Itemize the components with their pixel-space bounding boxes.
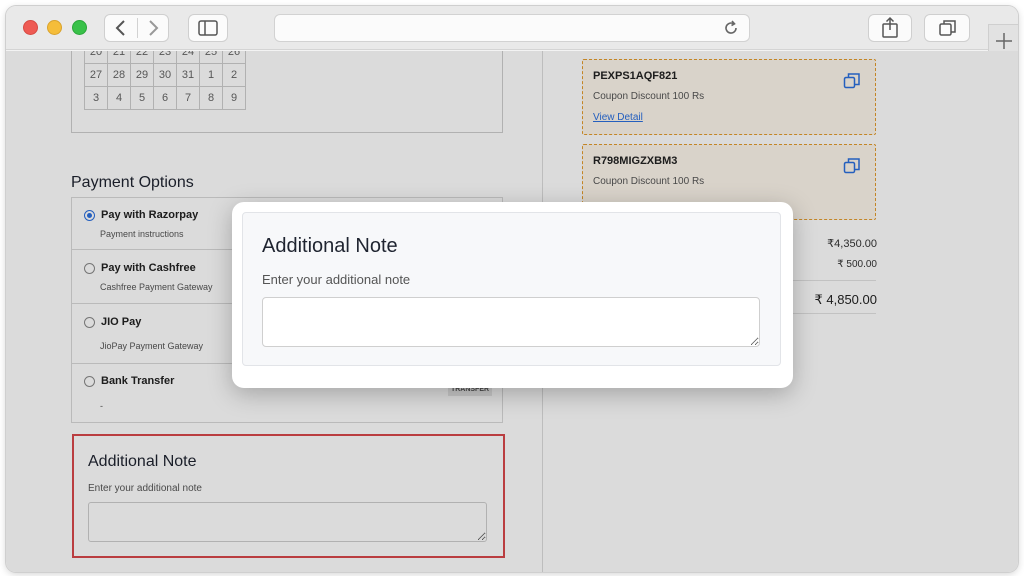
checkout-page: 20 21 22 23 24 25 26 27 28 29 30 31 1 2 3 4 5 6 7 8 9 Paymen… [6,51,1018,572]
additional-note-modal: Additional Note Enter your additional no… [232,202,793,388]
sidebar-icon [198,20,218,36]
browser-toolbar [6,6,1018,54]
back-button[interactable] [105,15,137,41]
new-tab-button[interactable] [988,24,1018,54]
modal-content: Additional Note Enter your additional no… [242,212,781,366]
share-icon [882,16,898,38]
reload-icon[interactable] [721,18,741,38]
modal-label: Enter your additional note [262,272,411,287]
url-bar[interactable] [274,14,750,42]
browser-window: 20 21 22 23 24 25 26 27 28 29 30 31 1 2 3 4 5 6 7 8 9 Paymen… [6,6,1018,572]
nav-buttons [104,14,169,42]
modal-note-textarea[interactable] [262,297,760,347]
chevron-right-icon [149,20,159,36]
sidebar-toggle-button[interactable] [188,14,228,42]
close-window-button[interactable] [23,20,38,35]
chevron-left-icon [115,20,125,36]
tabs-icon [939,20,956,36]
forward-button[interactable] [138,15,170,41]
share-button[interactable] [868,14,912,42]
modal-title: Additional Note [262,235,398,257]
minimize-window-button[interactable] [47,20,62,35]
maximize-window-button[interactable] [72,20,87,35]
tabs-overview-button[interactable] [924,14,970,42]
